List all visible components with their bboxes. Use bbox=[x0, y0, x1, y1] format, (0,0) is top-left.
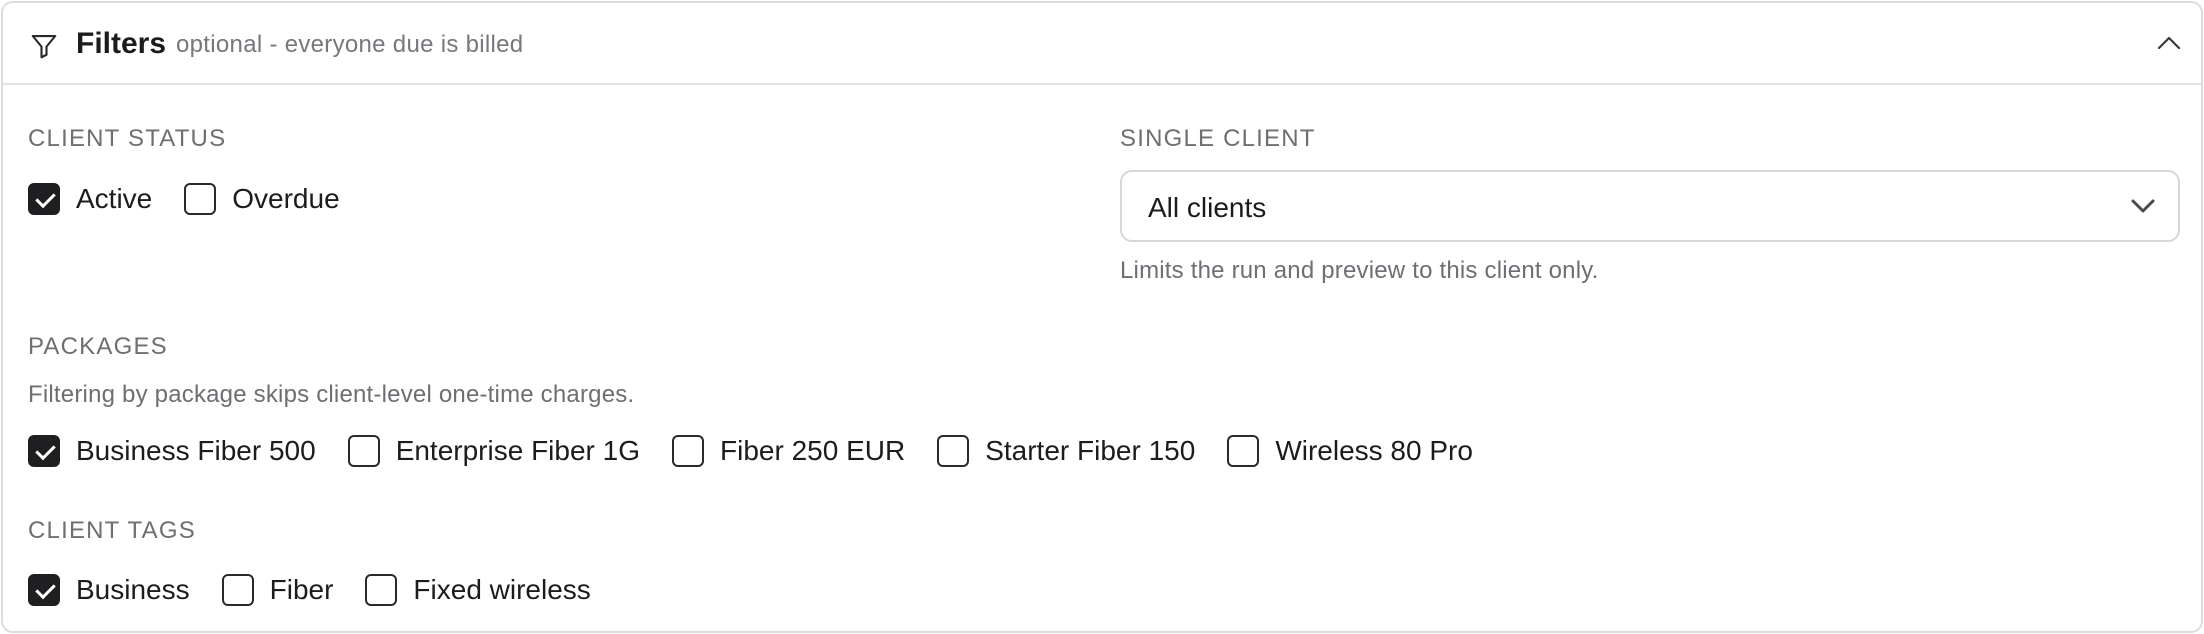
checkbox-tag-fixed-wireless-label: Fixed wireless bbox=[413, 574, 591, 605]
chevron-down-icon bbox=[2130, 197, 2156, 220]
filter-icon bbox=[29, 31, 59, 61]
checkbox-overdue-label: Overdue bbox=[232, 183, 340, 214]
checkbox-starter-fiber-150[interactable]: Starter Fiber 150 bbox=[937, 435, 1195, 467]
checkbox-overdue-box[interactable] bbox=[184, 183, 217, 215]
checkbox-business-fiber-500-label: Business Fiber 500 bbox=[76, 435, 316, 466]
checkbox-enterprise-fiber-1g[interactable]: Enterprise Fiber 1G bbox=[347, 435, 641, 467]
chevron-up-icon bbox=[2157, 36, 2181, 50]
client-tags-label: CLIENT TAGS bbox=[28, 517, 196, 544]
checkbox-active[interactable]: Active bbox=[28, 183, 152, 215]
checkbox-fiber-250-eur-label: Fiber 250 EUR bbox=[720, 435, 906, 466]
single-client-label: SINGLE CLIENT bbox=[1120, 125, 1316, 152]
checkbox-business-fiber-500-box[interactable] bbox=[28, 435, 60, 467]
checkbox-tag-fiber[interactable]: Fiber bbox=[221, 574, 334, 606]
filters-title: Filters bbox=[76, 27, 167, 60]
checkbox-enterprise-fiber-1g-box[interactable] bbox=[347, 435, 380, 467]
checkbox-overdue[interactable]: Overdue bbox=[184, 183, 340, 215]
checkbox-active-box[interactable] bbox=[28, 183, 60, 215]
checkbox-starter-fiber-150-label: Starter Fiber 150 bbox=[985, 435, 1196, 466]
filters-header[interactable]: Filters optional - everyone due is bille… bbox=[3, 3, 2201, 85]
checkbox-fiber-250-eur[interactable]: Fiber 250 EUR bbox=[672, 435, 905, 467]
checkbox-tag-business-label: Business bbox=[76, 574, 190, 605]
filters-subtitle: optional - everyone due is billed bbox=[176, 31, 524, 58]
packages-options: Business Fiber 500 Enterprise Fiber 1G F… bbox=[28, 433, 1505, 469]
single-client-value: All clients bbox=[1148, 192, 1267, 223]
single-client-help: Limits the run and preview to this clien… bbox=[1120, 257, 1599, 284]
client-status-label: CLIENT STATUS bbox=[28, 125, 227, 152]
single-client-select[interactable]: All clients bbox=[1120, 170, 2180, 242]
client-status-options: Active Overdue bbox=[28, 181, 372, 217]
filters-panel: Filters optional - everyone due is bille… bbox=[1, 1, 2203, 633]
checkbox-tag-fiber-box[interactable] bbox=[221, 574, 254, 606]
checkbox-fiber-250-eur-box[interactable] bbox=[672, 435, 705, 467]
checkbox-business-fiber-500[interactable]: Business Fiber 500 bbox=[28, 435, 316, 467]
checkbox-enterprise-fiber-1g-label: Enterprise Fiber 1G bbox=[395, 435, 641, 466]
client-tags-options: Business Fiber Fixed wireless bbox=[28, 572, 623, 608]
checkbox-active-label: Active bbox=[76, 183, 153, 214]
checkbox-tag-fixed-wireless-box[interactable] bbox=[365, 574, 398, 606]
packages-label: PACKAGES bbox=[28, 333, 168, 360]
checkbox-tag-business[interactable]: Business bbox=[28, 574, 190, 606]
collapse-button[interactable] bbox=[2149, 25, 2189, 65]
checkbox-tag-business-box[interactable] bbox=[28, 574, 60, 606]
checkbox-wireless-80-pro-label: Wireless 80 Pro bbox=[1275, 435, 1473, 466]
checkbox-tag-fiber-label: Fiber bbox=[269, 574, 334, 605]
checkbox-wireless-80-pro[interactable]: Wireless 80 Pro bbox=[1227, 435, 1473, 467]
checkbox-tag-fixed-wireless[interactable]: Fixed wireless bbox=[365, 574, 591, 606]
checkbox-wireless-80-pro-box[interactable] bbox=[1227, 435, 1260, 467]
packages-help: Filtering by package skips client-level … bbox=[28, 381, 635, 408]
checkbox-starter-fiber-150-box[interactable] bbox=[937, 435, 970, 467]
